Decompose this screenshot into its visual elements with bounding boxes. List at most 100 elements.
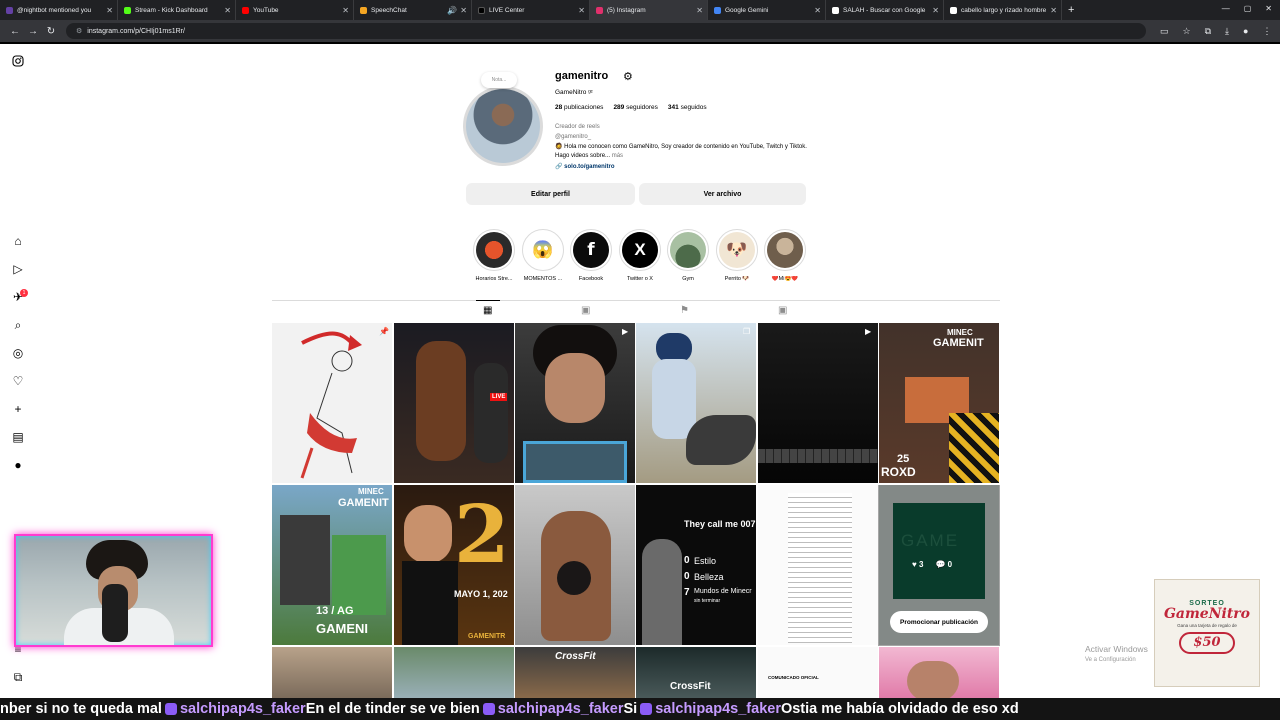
close-icon[interactable]: ✕ <box>460 6 467 15</box>
post-thumbnail[interactable]: 2 MAYO 1, 202 GAMENITR <box>394 485 514 645</box>
tab-kick[interactable]: Stream - Kick Dashboard ✕ <box>118 0 236 20</box>
reel-icon: ▶ <box>622 327 629 336</box>
tab-youtube[interactable]: YouTube ✕ <box>236 0 354 20</box>
highlight-perrito[interactable]: 🐶 Perrito 🐶 <box>714 229 760 282</box>
close-icon[interactable]: ✕ <box>578 6 585 15</box>
bio-more-link[interactable]: más <box>612 153 623 159</box>
x-logo-icon: X <box>622 232 658 268</box>
speechchat-icon <box>360 6 367 14</box>
highlight-cover <box>767 232 803 268</box>
home-icon[interactable]: ⌂ <box>11 234 25 248</box>
gemini-icon <box>714 6 721 14</box>
also-from-meta-icon[interactable]: ⧉ <box>11 670 25 684</box>
view-archive-button[interactable]: Ver archivo <box>639 183 806 205</box>
comments-count: 💬 0 <box>935 560 953 569</box>
profile-tabs-divider <box>272 300 1000 301</box>
notifications-heart-icon[interactable]: ♡ <box>11 374 25 388</box>
post-thumbnail[interactable]: LIVE <box>394 323 514 483</box>
post-thumbnail[interactable]: CrossFit <box>515 647 635 699</box>
page-top-edge <box>0 42 1280 44</box>
post-thumbnail[interactable] <box>515 485 635 645</box>
back-icon[interactable]: ← <box>6 26 24 37</box>
minimize-icon[interactable]: — <box>1222 4 1230 13</box>
highlight-horarios[interactable]: Horarios Stre... <box>471 229 517 282</box>
profile-avatar-small-icon[interactable]: ● <box>11 458 25 472</box>
url-input[interactable]: ⚙ instagram.com/p/CHIj01ms1Rr/ <box>66 23 1146 39</box>
threads-handle[interactable]: @gamenitro_ <box>555 134 591 140</box>
reels-icon[interactable]: ▷ <box>11 262 25 276</box>
highlight-cover <box>476 232 512 268</box>
close-icon[interactable]: ✕ <box>1050 6 1057 15</box>
create-icon[interactable]: + <box>11 402 25 416</box>
post-thumbnail[interactable]: 📌 <box>272 323 392 483</box>
youtube-icon <box>242 6 249 14</box>
tab-saved-bookmark-icon[interactable]: ⚑ <box>680 305 689 316</box>
tab-instagram[interactable]: (5) Instagram ✕ <box>590 0 708 20</box>
site-info-icon[interactable]: ⚙ <box>76 27 82 35</box>
explore-icon[interactable]: ◎ <box>11 346 25 360</box>
post-thumbnail[interactable] <box>879 647 999 699</box>
tab-speechchat[interactable]: SpeechChat 🔊 ✕ <box>354 0 472 20</box>
highlight-facebook[interactable]: f Facebook <box>568 229 614 282</box>
close-icon[interactable]: ✕ <box>224 6 231 15</box>
profile-link[interactable]: 🔗 solo.to/gamenitro <box>555 163 615 170</box>
edit-profile-button[interactable]: Editar perfil <box>466 183 635 205</box>
twitch-user-icon <box>164 703 177 715</box>
highlight-momentos[interactable]: 😱 MOMENTOS ... <box>520 229 566 282</box>
forward-icon[interactable]: → <box>24 26 42 37</box>
menu-icon[interactable]: ⋮ <box>1262 26 1271 37</box>
post-thumbnail[interactable]: ❐ <box>636 323 756 483</box>
bookmark-star-icon[interactable]: ☆ <box>1183 26 1191 37</box>
post-thumbnail[interactable] <box>272 647 392 699</box>
cast-icon[interactable]: ▭ <box>1160 26 1169 37</box>
downloads-icon[interactable]: ⤓ <box>1225 26 1229 37</box>
browser-tab-bar: @nightbot mentioned you ✕ Stream - Kick D… <box>0 0 1280 20</box>
post-thumbnail[interactable] <box>758 485 878 645</box>
highlight-twitter[interactable]: X Twitter o X <box>617 229 663 282</box>
post-thumbnail[interactable]: ▶ <box>758 323 878 483</box>
webcam-overlay <box>14 534 213 647</box>
tab-reels-icon[interactable]: ▣ <box>581 305 590 316</box>
post-thumbnail[interactable]: They call me 007 0 Estilo 0 Belleza 7 Mu… <box>636 485 756 645</box>
close-icon[interactable]: ✕ <box>696 6 703 15</box>
profile-avatar-icon[interactable]: ● <box>1243 26 1248 37</box>
tab-posts-grid-icon[interactable]: ▦ <box>483 305 492 316</box>
dashboard-icon[interactable]: ▤ <box>11 430 25 444</box>
window-close-icon[interactable]: ✕ <box>1265 4 1272 13</box>
instagram-logo-icon[interactable] <box>11 54 25 68</box>
close-icon[interactable]: ✕ <box>814 6 821 15</box>
search-icon[interactable]: ⌕ <box>11 318 25 332</box>
close-icon[interactable]: ✕ <box>932 6 939 15</box>
maximize-icon[interactable]: ▢ <box>1244 4 1252 13</box>
followers-stat[interactable]: 289 seguidores <box>613 104 657 111</box>
highlight-cover <box>670 232 706 268</box>
post-thumbnail[interactable]: CrossFit <box>636 647 756 699</box>
close-icon[interactable]: ✕ <box>342 6 349 15</box>
window-controls: — ▢ ✕ <box>1222 4 1272 13</box>
post-thumbnail[interactable]: MINEC GAMENIT 25 ROXD <box>879 323 999 483</box>
reload-icon[interactable]: ↻ <box>42 26 60 37</box>
following-stat[interactable]: 341 seguidos <box>668 104 707 111</box>
note-bubble[interactable]: Nota... <box>481 72 517 88</box>
highlight-gym[interactable]: Gym <box>665 229 711 282</box>
twitch-user-icon <box>640 703 653 715</box>
promote-post-button[interactable]: Promocionar publicación <box>890 611 988 633</box>
pinned-icon: 📌 <box>379 327 389 336</box>
tab-google-cabello[interactable]: cabello largo y rizado hombre ✕ <box>944 0 1062 20</box>
post-thumbnail[interactable]: ▶ <box>515 323 635 483</box>
post-thumbnail[interactable]: COMUNICADO OFICIAL <box>758 647 878 699</box>
close-icon[interactable]: ✕ <box>106 6 113 15</box>
extensions-icon[interactable]: ⧉ <box>1205 26 1211 37</box>
profile-avatar[interactable] <box>466 89 540 163</box>
giveaway-card: SORTEO GameNitro Gana una tarjeta de reg… <box>1154 579 1260 687</box>
tab-gemini[interactable]: Google Gemini ✕ <box>708 0 826 20</box>
tab-google-salah[interactable]: SALAH - Buscar con Google ✕ <box>826 0 944 20</box>
tab-nightbot[interactable]: @nightbot mentioned you ✕ <box>0 0 118 20</box>
tab-tagged-icon[interactable]: ▣ <box>778 305 787 316</box>
settings-gear-icon[interactable]: ⚙ <box>623 70 633 83</box>
new-tab-button[interactable]: + <box>1062 4 1080 16</box>
highlight-mi[interactable]: ❤️Mi😍❤️ <box>762 229 808 282</box>
post-thumbnail[interactable] <box>394 647 514 699</box>
post-thumbnail[interactable]: MINEC GAMENIT 13 / AG GAMENI <box>272 485 392 645</box>
tab-live-center[interactable]: LIVE Center ✕ <box>472 0 590 20</box>
